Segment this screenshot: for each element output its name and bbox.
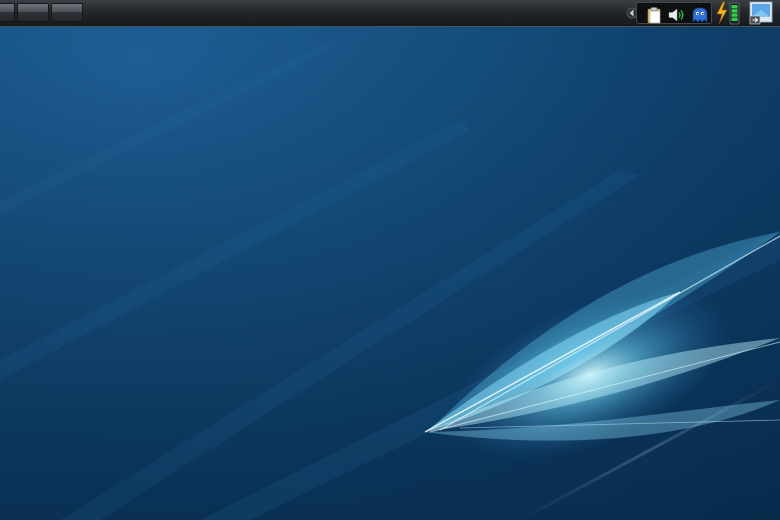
network-icon[interactable] <box>691 6 709 24</box>
desktop[interactable] <box>0 0 780 520</box>
system-tray <box>636 2 712 24</box>
clipboard-icon[interactable] <box>645 6 663 24</box>
pager-desktop-2[interactable] <box>17 3 49 22</box>
battery-icon[interactable] <box>714 1 742 25</box>
tray-collapse-arrow-icon[interactable] <box>626 6 636 20</box>
show-desktop-icon[interactable] <box>748 1 774 25</box>
pager-desktop-3[interactable] <box>51 3 83 22</box>
volume-icon[interactable] <box>667 6 685 24</box>
top-panel <box>0 0 780 27</box>
wallpaper <box>0 0 780 520</box>
pager-desktop-1[interactable] <box>0 3 15 22</box>
